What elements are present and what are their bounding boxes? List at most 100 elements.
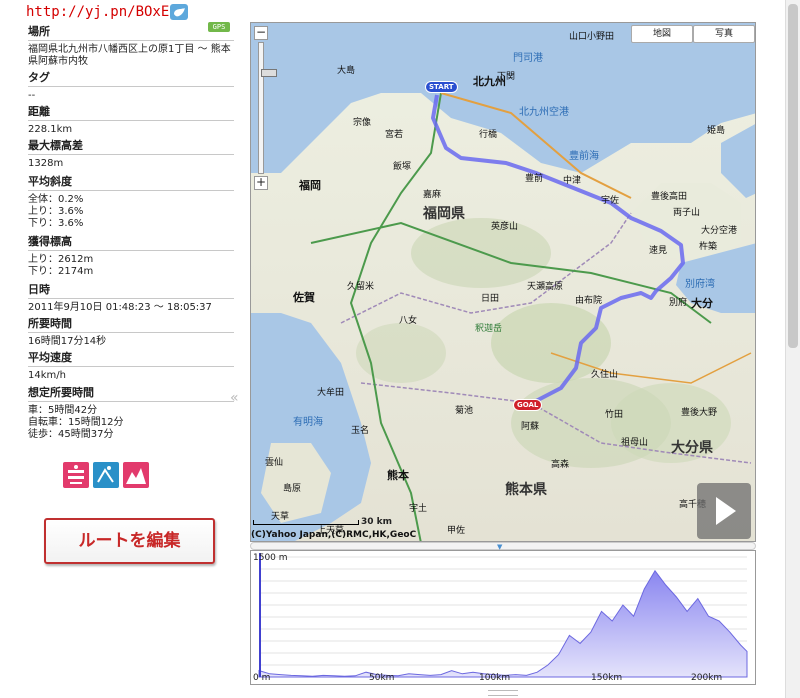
map-label: 久住山 [591,370,619,380]
map-label: 大分県 [671,440,713,456]
map-label: 高森 [551,460,570,470]
elevation-gain-section: 獲得標高 上り：2612m 下り：2174m [28,236,234,278]
map-label: 嘉麻 [423,190,442,200]
edit-route-button[interactable]: ルートを編集 [44,518,215,564]
map-label: 速見 [649,246,668,256]
bike-mode-icon[interactable] [93,462,119,488]
map-label: 山口小野田 [569,32,615,42]
max-elevation-label: 最大標高差 [28,140,234,155]
page-scrollbar[interactable] [785,0,800,698]
play-button[interactable] [697,483,751,539]
elevation-gain-down: 下り：2174m [28,266,94,277]
date-section: 日時 2011年9月10日 01:48:23 〜 18:05:37 [28,284,234,314]
estimated-time-label: 想定所要時間 [28,387,234,402]
scrollbar-thumb[interactable] [788,4,798,348]
app-window: http://yj.pn/BOxEjp GPS 場所 福岡県北九州市八幡西区上の… [0,0,800,698]
map-type-button[interactable]: 地図 [631,25,693,43]
map-label: 宇佐 [601,196,620,206]
date-value: 2011年9月10日 01:48:23 〜 18:05:37 [28,302,212,313]
estimated-time-car: 車：5時間42分 [28,405,98,416]
route-info-panel: http://yj.pn/BOxEjp GPS 場所 福岡県北九州市八幡西区上の… [0,0,239,698]
map-label: 菊池 [455,406,474,416]
map-label: 天瀬高原 [527,282,564,292]
duration-label: 所要時間 [28,318,234,333]
avg-grade-label: 平均斜度 [28,176,234,191]
goal-pin[interactable]: GOAL [513,399,543,411]
elevation-min-label: 0 m [253,673,271,683]
map-label: 北九州 [473,75,506,88]
start-pin[interactable]: START [425,81,458,93]
estimated-time-bike: 自転車：15時間12分 [28,417,124,428]
elevation-tick-label: 100km [479,673,511,683]
map-label: 飯塚 [393,162,412,172]
elevation-area [258,569,748,678]
map-label: 宗像 [353,118,372,128]
map-label: 有明海 [293,417,323,428]
map-label: 大島 [337,66,356,76]
map-label: 大分 [691,297,713,310]
map-label: 由布院 [575,296,603,306]
map-label: 門司港 [513,53,543,64]
zoom-out-button[interactable]: + [254,176,268,190]
map-label: 八女 [399,316,418,326]
elevation-profile[interactable]: 1500 m 0 m 50km 100km 150km 200km [250,550,756,685]
map-label: 北九州空港 [519,107,569,118]
max-elevation-value: 1328m [28,158,64,169]
elevation-gain-up: 上り：2612m [28,254,94,265]
distance-value: 228.1km [28,124,73,135]
map-label: 甲佐 [447,526,466,536]
map-label: 島原 [283,484,302,494]
map-label: 行橋 [479,130,498,140]
elevation-tick-label: 200km [691,673,723,683]
map-label: 両子山 [673,208,701,218]
elevation-max-label: 1500 m [253,553,288,563]
map-elevation-splitter[interactable]: ▼ [250,542,756,551]
map-scale-label: 30 km [361,517,393,527]
zoom-slider-handle[interactable] [261,69,277,77]
avg-speed-section: 平均速度 14km/h [28,352,234,382]
map-label: 大分空港 [701,226,738,236]
avg-grade-up: 上り：3.6% [28,206,84,217]
map-label: 玉名 [351,426,370,436]
double-chevron-left-icon[interactable]: « [230,390,239,406]
zoom-in-button[interactable]: − [254,26,268,40]
elevation-gain-label: 獲得標高 [28,236,234,251]
elevation-mode-icon[interactable] [123,462,149,488]
map-label: 別府湾 [685,279,715,290]
photo-type-button[interactable]: 写真 [693,25,755,43]
route-map[interactable]: 山口小野田 門司港 下関 大島 北九州 北九州空港 宗像 宮若 行橋 福岡 飯塚… [250,22,756,542]
date-label: 日時 [28,284,234,299]
avg-speed-label: 平均速度 [28,352,234,367]
map-label: 姫島 [707,126,726,136]
map-label: 宮若 [385,130,404,140]
avg-grade-down: 下り：3.6% [28,218,84,229]
map-label: 中津 [563,176,582,186]
place-label: 場所 [28,26,234,41]
map-label: 釈迦岳 [475,324,503,334]
avg-grade-section: 平均斜度 全体：0.2% 上り：3.6% 下り：3.6% [28,176,234,230]
zoom-slider-track[interactable] [258,42,277,174]
duration-section: 所要時間 16時間17分14秒 [28,318,234,348]
map-label: 別府 [669,298,688,308]
map-label: 英彦山 [491,222,519,232]
walk-mode-icon[interactable] [63,462,89,488]
map-label: 雲仙 [265,458,284,468]
place-value: 福岡県北九州市八幡西区上の原1丁目 〜 熊本県阿蘇市内牧 [28,44,231,67]
elevation-chart [258,553,748,678]
avg-speed-value: 14km/h [28,370,66,381]
map-label: 大牟田 [317,388,345,398]
map-label: 福岡 [299,179,321,192]
map-label: 竹田 [605,410,624,420]
map-label: 豊後高田 [651,192,688,202]
distance-label: 距離 [28,106,234,121]
place-section: 場所 福岡県北九州市八幡西区上の原1丁目 〜 熊本県阿蘇市内牧 [28,26,234,68]
map-scale-bar [253,520,359,525]
tag-section: タグ -- [28,72,234,102]
short-url-link[interactable]: http://yj.pn/BOxEjp [26,4,186,20]
map-label: 豊後大野 [681,408,718,418]
twitter-bird-icon[interactable] [170,4,188,20]
elevation-tick-label: 50km [369,673,395,683]
resize-grip[interactable] [488,690,518,696]
elevation-tick-label: 150km [591,673,623,683]
estimated-time-section: 想定所要時間 車：5時間42分 自転車：15時間12分 徒歩：45時間37分 [28,387,234,441]
